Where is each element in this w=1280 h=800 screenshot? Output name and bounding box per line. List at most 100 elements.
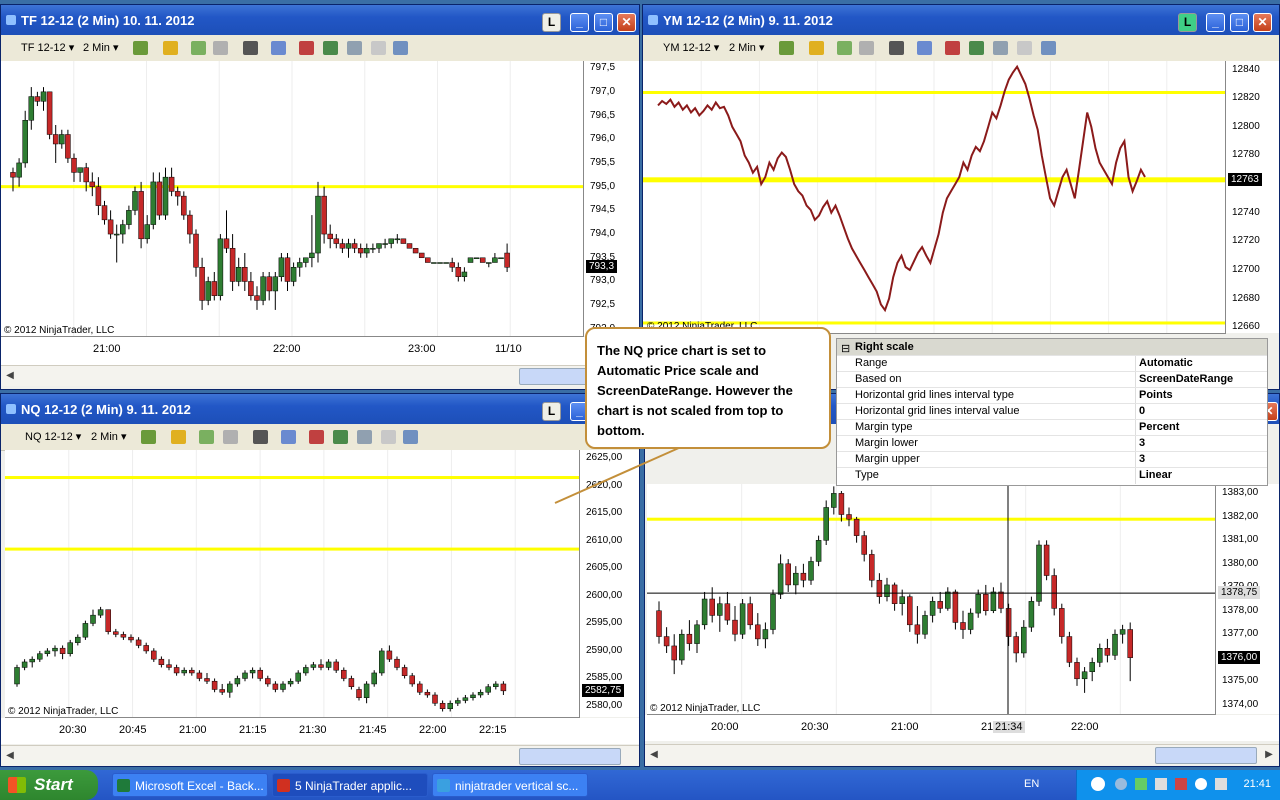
taskbar-item-browser[interactable]: ninjatrader vertical sc... — [432, 773, 588, 797]
scroll-left-arrow[interactable]: ◀ — [2, 748, 18, 764]
property-value[interactable]: Linear — [1139, 469, 1172, 481]
security-icon[interactable] — [1175, 778, 1187, 790]
scroll-left-arrow[interactable]: ◀ — [2, 368, 18, 384]
property-row[interactable]: Margin upper 3 — [837, 451, 1267, 468]
template-icon[interactable] — [1041, 41, 1056, 55]
property-row[interactable]: Margin type Percent — [837, 419, 1267, 436]
properties-icon[interactable] — [357, 430, 372, 444]
properties-icon[interactable] — [347, 41, 362, 55]
property-row[interactable]: Horizontal grid lines interval value 0 — [837, 403, 1267, 420]
instrument-selector[interactable]: TF 12-12 ▾ — [21, 40, 74, 56]
scroll-left-arrow[interactable]: ◀ — [646, 747, 662, 763]
interval-selector[interactable]: 2 Min ▾ — [83, 40, 118, 56]
link-button[interactable]: L — [1178, 13, 1197, 32]
interval-selector[interactable]: 2 Min ▾ — [729, 40, 764, 56]
minimize-button[interactable]: _ — [570, 13, 589, 32]
es-plot-area[interactable]: © 2012 NinjaTrader, LLC — [647, 484, 1216, 715]
property-row[interactable]: Margin lower 3 — [837, 435, 1267, 452]
close-button[interactable]: ✕ — [617, 13, 636, 32]
property-row[interactable]: Type Linear — [837, 467, 1267, 484]
drawing-tool-icon[interactable] — [191, 41, 206, 55]
maximize-button[interactable]: □ — [1230, 13, 1249, 32]
language-indicator[interactable]: EN — [1024, 778, 1039, 790]
drawing-tool-icon[interactable] — [837, 41, 852, 55]
candle-body — [113, 631, 119, 635]
scroll-thumb[interactable] — [1155, 747, 1257, 764]
chart-style-icon[interactable] — [779, 41, 794, 55]
nq-plot-area[interactable]: © 2012 NinjaTrader, LLC — [5, 450, 580, 718]
scroll-right-arrow[interactable]: ▶ — [1261, 747, 1277, 763]
interval-selector[interactable]: 2 Min ▾ — [91, 429, 126, 445]
tray-app-icon[interactable] — [1135, 778, 1147, 790]
candle-body — [65, 134, 71, 159]
indicators-icon[interactable] — [945, 41, 960, 55]
es-candles — [647, 484, 1215, 714]
remove-drawing-icon[interactable] — [213, 41, 228, 55]
ym-title-bar[interactable]: YM 12-12 (2 Min) 9. 11. 2012 L _ □ ✕ — [643, 5, 1279, 35]
properties-header[interactable]: ⊟ Right scale — [837, 339, 1267, 355]
maximize-button[interactable]: □ — [594, 13, 613, 32]
crosshair-icon[interactable] — [243, 41, 258, 55]
property-row[interactable]: Range Automatic — [837, 355, 1267, 372]
draw-pencil-icon[interactable] — [809, 41, 824, 55]
zoom-icon[interactable] — [281, 430, 296, 444]
start-button[interactable]: Start — [0, 770, 98, 800]
draw-pencil-icon[interactable] — [171, 430, 186, 444]
data-box-icon[interactable] — [371, 41, 386, 55]
property-value[interactable]: ScreenDateRange — [1139, 373, 1233, 385]
template-icon[interactable] — [403, 430, 418, 444]
candle-body — [260, 276, 266, 301]
volume-icon[interactable] — [1215, 778, 1227, 790]
strategies-icon[interactable] — [969, 41, 984, 55]
candle-body — [694, 624, 700, 644]
scroll-thumb[interactable] — [519, 748, 621, 765]
tf-horizontal-scrollbar[interactable]: ◀ — [1, 365, 639, 386]
crosshair-icon[interactable] — [889, 41, 904, 55]
link-button[interactable]: L — [542, 402, 561, 421]
drawing-tool-icon[interactable] — [199, 430, 214, 444]
instrument-selector[interactable]: NQ 12-12 ▾ — [25, 429, 81, 445]
chart-style-icon[interactable] — [133, 41, 148, 55]
property-value[interactable]: 3 — [1139, 437, 1145, 449]
tf-title-bar[interactable]: TF 12-12 (2 Min) 10. 11. 2012 L _ □ ✕ — [1, 5, 639, 35]
taskbar-item-ninjatrader[interactable]: 5 NinjaTrader applic... — [272, 773, 428, 797]
zoom-icon[interactable] — [917, 41, 932, 55]
candle-body — [287, 680, 294, 685]
nq-horizontal-scrollbar[interactable]: ◀ — [1, 745, 639, 766]
remove-drawing-icon[interactable] — [859, 41, 874, 55]
template-icon[interactable] — [393, 41, 408, 55]
nq-title-bar[interactable]: NQ 12-12 (2 Min) 9. 11. 2012 L _ — [1, 394, 639, 424]
property-value[interactable]: 3 — [1139, 453, 1145, 465]
taskbar-item-excel[interactable]: Microsoft Excel - Back... — [112, 773, 268, 797]
clock[interactable]: 21:41 — [1243, 778, 1271, 790]
data-box-icon[interactable] — [381, 430, 396, 444]
wifi-icon[interactable] — [1195, 778, 1207, 790]
instrument-selector[interactable]: YM 12-12 ▾ — [663, 40, 719, 56]
network-icon[interactable] — [1155, 778, 1167, 790]
ym-plot-area[interactable]: © 2012 NinjaTrader, LLC — [643, 61, 1226, 334]
minimize-button[interactable]: _ — [1206, 13, 1225, 32]
draw-pencil-icon[interactable] — [163, 41, 178, 55]
property-row[interactable]: Based on ScreenDateRange — [837, 371, 1267, 388]
search-icon[interactable] — [1115, 778, 1127, 790]
strategies-icon[interactable] — [333, 430, 348, 444]
strategies-icon[interactable] — [323, 41, 338, 55]
properties-icon[interactable] — [993, 41, 1008, 55]
zoom-icon[interactable] — [271, 41, 286, 55]
property-value[interactable]: 0 — [1139, 405, 1145, 417]
remove-drawing-icon[interactable] — [223, 430, 238, 444]
back-arrow-icon[interactable] — [1091, 777, 1105, 791]
indicators-icon[interactable] — [309, 430, 324, 444]
property-value[interactable]: Automatic — [1139, 357, 1193, 369]
chart-style-icon[interactable] — [141, 430, 156, 444]
pointer-icon[interactable] — [253, 430, 268, 444]
data-box-icon[interactable] — [1017, 41, 1032, 55]
property-value[interactable]: Percent — [1139, 421, 1179, 433]
tf-plot-area[interactable]: © 2012 NinjaTrader, LLC — [1, 61, 584, 337]
close-button[interactable]: ✕ — [1253, 13, 1272, 32]
link-button[interactable]: L — [542, 13, 561, 32]
indicators-icon[interactable] — [299, 41, 314, 55]
property-value[interactable]: Points — [1139, 389, 1173, 401]
property-row[interactable]: Horizontal grid lines interval type Point… — [837, 387, 1267, 404]
es-horizontal-scrollbar[interactable]: ◀ ▶ — [645, 744, 1279, 765]
